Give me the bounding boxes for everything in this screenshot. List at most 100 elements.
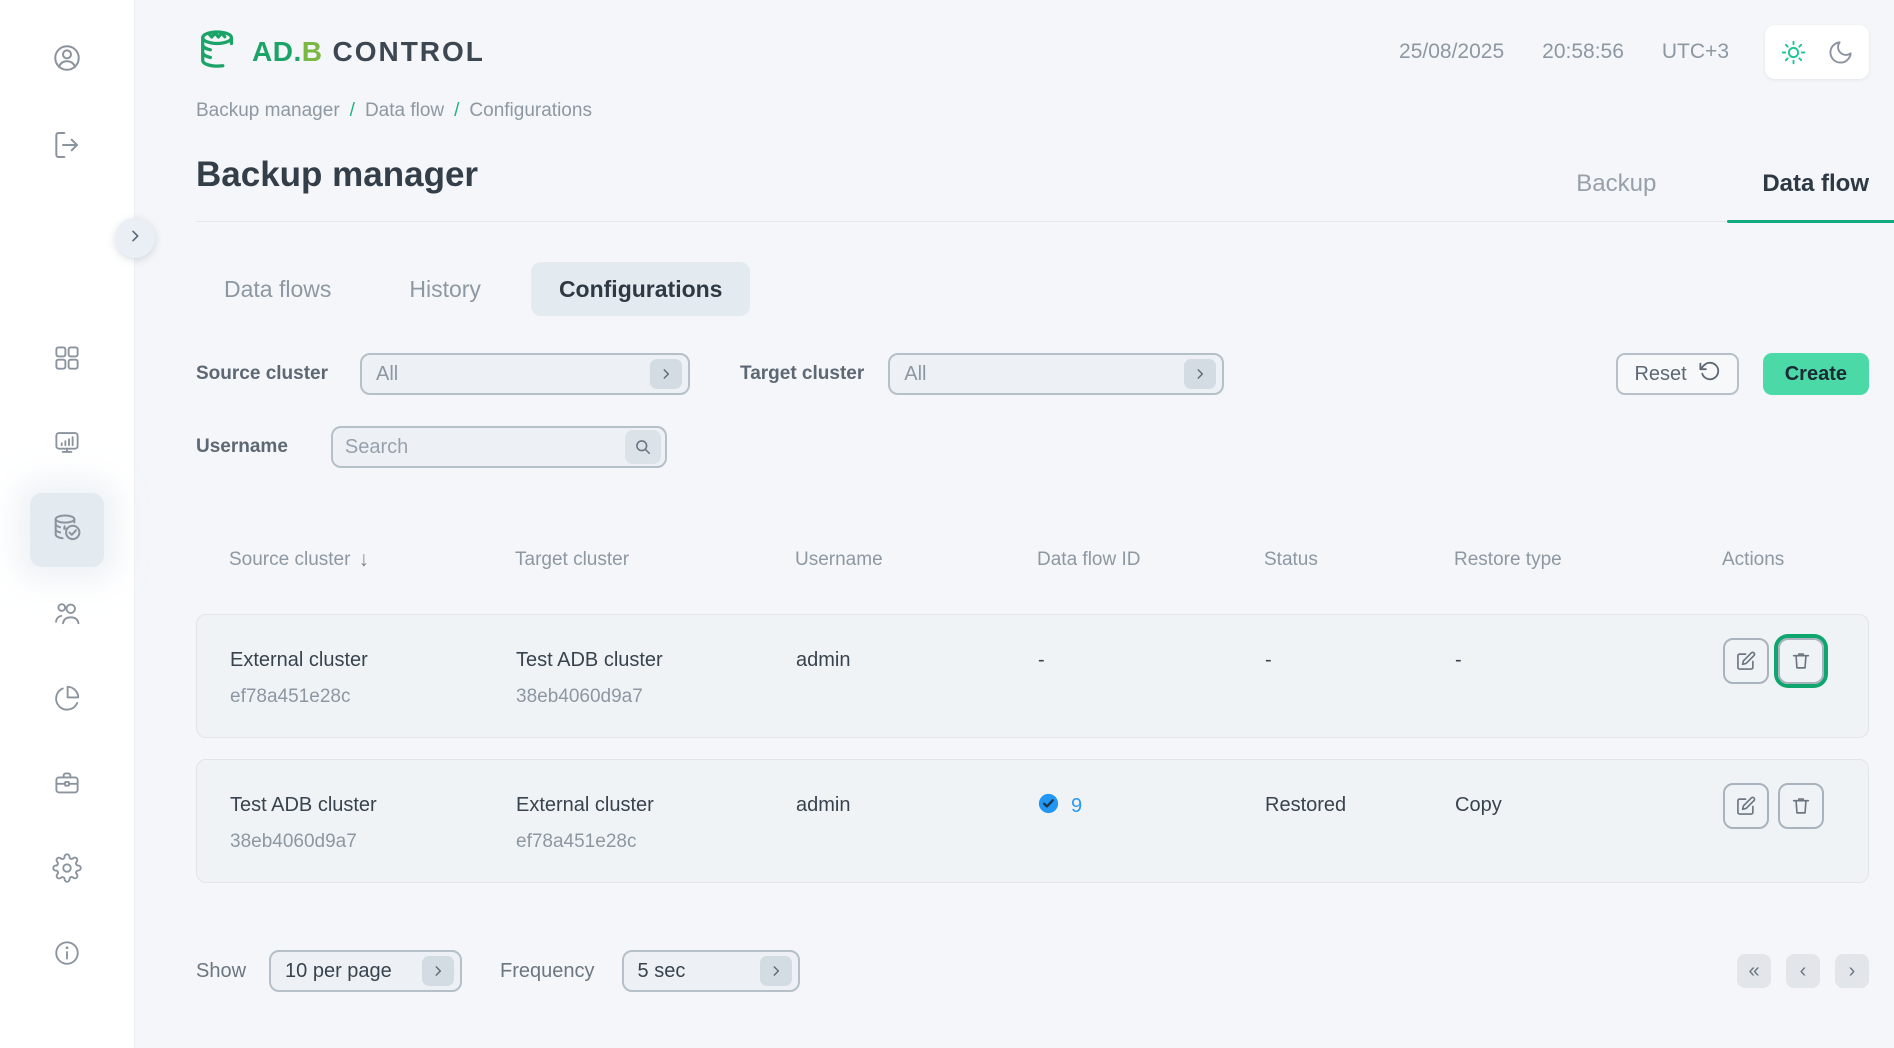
- database-restore-icon: [51, 512, 83, 549]
- column-restore-type[interactable]: Restore type: [1454, 548, 1722, 572]
- pie-chart-icon: [52, 683, 82, 718]
- sidebar-item-monitoring[interactable]: [30, 408, 104, 482]
- source-cluster-id: 38eb4060d9a7: [230, 831, 516, 853]
- page-size-value: 10 per page: [285, 960, 422, 983]
- select-chevron-icon: [422, 956, 454, 986]
- top-tabs: Backup Data flow: [1576, 170, 1869, 221]
- column-username[interactable]: Username: [795, 548, 1037, 572]
- target-cluster-label: Target cluster: [740, 363, 864, 385]
- column-status[interactable]: Status: [1264, 548, 1454, 572]
- cell-status: Restored: [1265, 793, 1455, 817]
- breadcrumb-item-data-flow[interactable]: Data flow: [365, 100, 444, 122]
- pagination-next-button[interactable]: ›: [1835, 954, 1869, 988]
- pagination-prev-button[interactable]: ‹: [1786, 954, 1820, 988]
- pagination-first-button[interactable]: «: [1737, 954, 1771, 988]
- timezone: UTC+3: [1662, 40, 1729, 64]
- sidebar-item-users[interactable]: [30, 578, 104, 652]
- cell-username: admin: [796, 648, 1038, 672]
- frequency-select[interactable]: 5 sec: [622, 950, 800, 992]
- delete-button[interactable]: [1778, 783, 1824, 829]
- source-cluster-name: Test ADB cluster: [230, 793, 516, 817]
- flow-success-check-icon: [1038, 793, 1059, 819]
- top-bar: AD.BCONTROL 25/08/2025 20:58:56 UTC+3: [196, 24, 1869, 80]
- edit-icon: [1735, 650, 1757, 672]
- sidebar-item-logout[interactable]: [30, 110, 104, 184]
- target-cluster-name: Test ADB cluster: [516, 648, 796, 672]
- target-cluster-id: 38eb4060d9a7: [516, 686, 796, 708]
- sidebar-item-jobs[interactable]: [30, 748, 104, 822]
- edit-icon: [1735, 795, 1757, 817]
- sidebar-expand-button[interactable]: [115, 218, 155, 258]
- source-cluster-value: All: [376, 363, 650, 386]
- delete-button[interactable]: [1778, 638, 1824, 684]
- sidebar-item-profile[interactable]: [30, 23, 104, 97]
- column-target-cluster[interactable]: Target cluster: [515, 548, 795, 572]
- target-cluster-name: External cluster: [516, 793, 796, 817]
- username-search-field: [331, 426, 667, 468]
- frequency-value: 5 sec: [638, 960, 760, 983]
- filters-row-2: Username: [196, 426, 1869, 468]
- dark-theme-moon-icon[interactable]: [1827, 39, 1854, 66]
- sidebar-item-dashboard[interactable]: [30, 323, 104, 397]
- show-label: Show: [196, 960, 246, 983]
- search-icon: [633, 437, 653, 457]
- adb-logo-icon: [196, 27, 242, 78]
- chevron-right-icon: [127, 228, 143, 249]
- column-source-cluster[interactable]: Source cluster ↓: [229, 548, 515, 572]
- app-logo[interactable]: AD.BCONTROL: [196, 27, 485, 78]
- breadcrumb-separator: /: [454, 100, 459, 122]
- breadcrumb-item-configurations[interactable]: Configurations: [469, 100, 592, 122]
- column-label: Actions: [1722, 549, 1784, 571]
- cell-actions: [1723, 638, 1824, 684]
- sort-desc-icon[interactable]: ↓: [358, 548, 369, 572]
- frequency-label: Frequency: [500, 960, 595, 983]
- edit-button[interactable]: [1723, 783, 1769, 829]
- sidebar-item-info[interactable]: [30, 918, 104, 992]
- username-search-input[interactable]: [345, 436, 625, 459]
- create-button[interactable]: Create: [1763, 353, 1869, 395]
- table-row: External cluster ef78a451e28c Test ADB c…: [196, 614, 1869, 738]
- monitor-chart-icon: [52, 428, 82, 463]
- breadcrumb-item-backup-manager[interactable]: Backup manager: [196, 100, 340, 122]
- reset-refresh-icon: [1699, 360, 1721, 388]
- settings-gear-icon: [52, 853, 82, 888]
- column-label: Username: [795, 549, 883, 571]
- cell-status: -: [1265, 648, 1455, 672]
- select-chevron-icon: [650, 359, 682, 389]
- cell-source-cluster: External cluster ef78a451e28c: [230, 648, 516, 708]
- subtab-configurations[interactable]: Configurations: [531, 262, 751, 316]
- sidebar: [0, 0, 135, 1048]
- brand-suffix: CONTROL: [332, 36, 484, 68]
- tab-data-flow[interactable]: Data flow: [1762, 170, 1869, 221]
- search-button[interactable]: [625, 430, 661, 464]
- logout-icon: [51, 129, 83, 166]
- cell-restore-type: -: [1455, 648, 1723, 672]
- data-flow-id-link[interactable]: 9: [1071, 795, 1082, 818]
- cell-restore-type: Copy: [1455, 793, 1723, 817]
- select-chevron-icon: [760, 956, 792, 986]
- edit-button[interactable]: [1723, 638, 1769, 684]
- subtab-history[interactable]: History: [381, 262, 509, 316]
- column-label: Target cluster: [515, 549, 629, 571]
- brand-accent: B: [302, 36, 323, 68]
- sidebar-item-backup-manager[interactable]: [30, 493, 104, 567]
- user-profile-icon: [51, 42, 83, 79]
- title-row: Backup manager Backup Data flow: [196, 140, 1869, 222]
- subtab-data-flows[interactable]: Data flows: [196, 262, 359, 316]
- reset-button[interactable]: Reset: [1616, 353, 1738, 395]
- cell-data-flow-id: 9: [1038, 793, 1265, 819]
- pagination: « ‹ ›: [1737, 954, 1869, 988]
- app-window: AD.BCONTROL 25/08/2025 20:58:56 UTC+3: [0, 0, 1894, 1048]
- info-icon: [52, 938, 82, 973]
- sidebar-item-reports[interactable]: [30, 663, 104, 737]
- source-cluster-select[interactable]: All: [360, 353, 690, 395]
- datetime-group: 25/08/2025 20:58:56 UTC+3: [1399, 40, 1729, 64]
- target-cluster-select[interactable]: All: [888, 353, 1224, 395]
- sidebar-item-settings[interactable]: [30, 833, 104, 907]
- tab-backup[interactable]: Backup: [1576, 170, 1656, 221]
- page-size-select[interactable]: 10 per page: [269, 950, 462, 992]
- source-cluster-id: ef78a451e28c: [230, 686, 516, 708]
- column-data-flow-id[interactable]: Data flow ID: [1037, 548, 1264, 572]
- light-theme-sun-icon[interactable]: [1780, 39, 1807, 66]
- users-icon: [52, 598, 82, 633]
